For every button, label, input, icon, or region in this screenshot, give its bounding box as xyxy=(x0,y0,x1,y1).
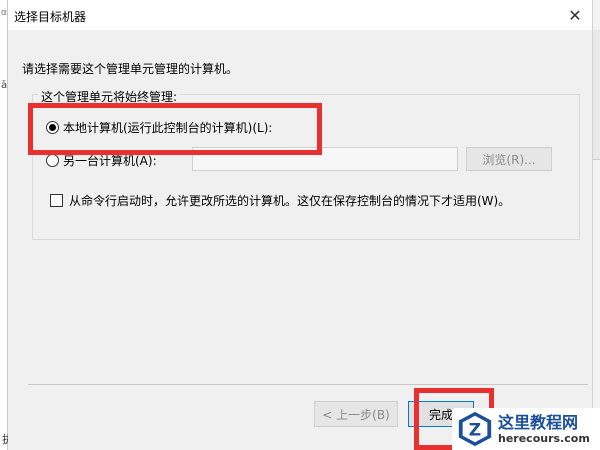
browse-button[interactable]: 浏览(R)... xyxy=(466,147,552,171)
watermark-title: 这里教程网 xyxy=(498,412,579,432)
back-button[interactable]: < 上一步(B) xyxy=(314,401,398,427)
background-panel xyxy=(593,30,600,160)
title-bar: 选择目标机器 ✕ xyxy=(8,0,592,30)
watermark-url: herecours.com xyxy=(498,431,590,445)
dialog-title: 选择目标机器 xyxy=(14,10,87,24)
watermark-logo-icon: Z xyxy=(458,411,492,447)
instruction-text: 请选择需要这个管理单元管理的计算机。 xyxy=(22,62,239,76)
highlight-local-option xyxy=(28,103,322,155)
background-glyph: α xyxy=(1,8,7,18)
allow-change-checkbox-row[interactable]: 从命令行启动时，允许更改所选的计算机。这仅在保存控制台的情况下才适用(W)。 xyxy=(50,192,510,209)
select-target-machine-dialog: 选择目标机器 ✕ 请选择需要这个管理单元管理的计算机。 这个管理单元将始终管理:… xyxy=(8,0,592,450)
watermark: Z 这里教程网 herecours.com xyxy=(452,408,600,450)
footer-divider xyxy=(28,384,588,385)
checkbox-label: 从命令行启动时，允许更改所选的计算机。这仅在保存控制台的情况下才适用(W)。 xyxy=(69,194,511,208)
background-window-left xyxy=(0,0,8,450)
close-icon[interactable]: ✕ xyxy=(564,4,586,26)
svg-text:Z: Z xyxy=(469,421,481,441)
background-glyph: ā xyxy=(1,80,8,91)
checkbox-icon[interactable] xyxy=(50,194,63,207)
radio-unselected-icon[interactable] xyxy=(46,154,59,167)
